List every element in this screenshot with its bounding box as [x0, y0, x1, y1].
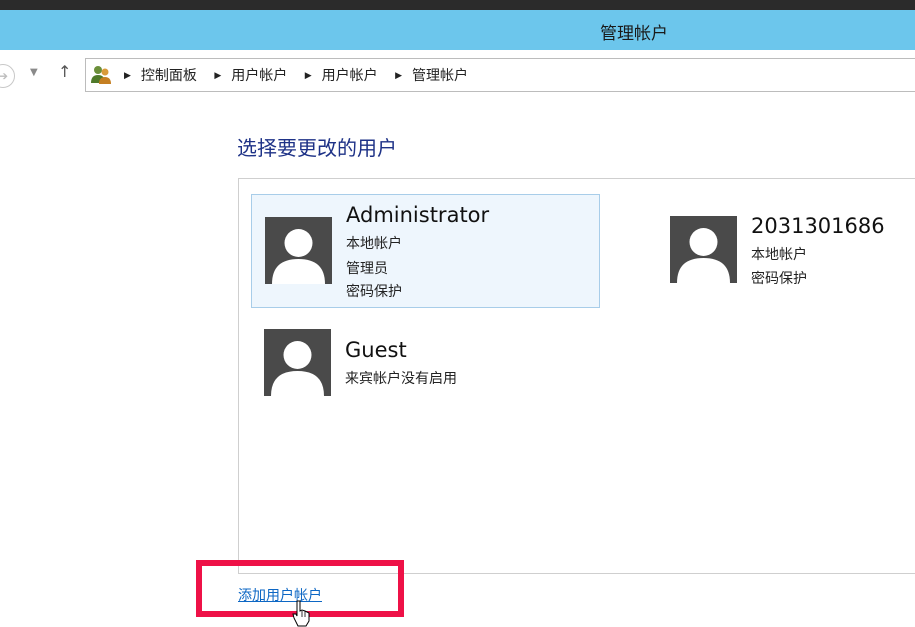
title-bar: 管理帐户: [0, 10, 915, 50]
navigation-bar: ➔ ▼ ↑ ▶ 控制面板 ▶ 用户帐户 ▶ 用户帐户 ▶ 管理帐户: [0, 50, 915, 98]
breadcrumb: ▶ 控制面板 ▶ 用户帐户 ▶ 用户帐户 ▶ 管理帐户: [124, 65, 481, 85]
back-button[interactable]: ➔: [0, 64, 15, 88]
top-strip: [0, 0, 915, 10]
user-avatar-icon: [265, 217, 332, 284]
user-role: 管理员: [346, 261, 388, 277]
address-bar[interactable]: ▶ 控制面板 ▶ 用户帐户 ▶ 用户帐户 ▶ 管理帐户: [85, 58, 915, 92]
control-panel-users-icon: [91, 66, 111, 84]
user-name: 2031301686: [751, 214, 885, 238]
breadcrumb-separator-icon[interactable]: ▶: [305, 71, 312, 81]
breadcrumb-separator-icon[interactable]: ▶: [395, 71, 402, 81]
user-account-type: 本地帐户: [346, 236, 402, 252]
hand-cursor-icon: [292, 600, 310, 627]
user-list-panel: Administrator 本地帐户 管理员 密码保护 2031301686 本…: [238, 178, 915, 574]
breadcrumb-item-control-panel[interactable]: 控制面板: [141, 68, 197, 84]
user-password-status: 密码保护: [751, 271, 807, 287]
recent-locations-chevron-down-icon[interactable]: ▼: [30, 67, 38, 78]
breadcrumb-item-user-accounts[interactable]: 用户帐户: [322, 68, 378, 84]
user-card-guest[interactable]: Guest 来宾帐户没有启用: [251, 321, 598, 411]
page-heading: 选择要更改的用户: [237, 136, 397, 160]
breadcrumb-separator-icon[interactable]: ▶: [124, 71, 131, 81]
user-avatar-icon: [264, 329, 331, 396]
up-arrow-icon[interactable]: ↑: [58, 62, 71, 81]
window-title: 管理帐户: [600, 24, 668, 44]
breadcrumb-item-user-accounts-category[interactable]: 用户帐户: [231, 68, 287, 84]
breadcrumb-separator-icon[interactable]: ▶: [214, 71, 221, 81]
user-card-administrator[interactable]: Administrator 本地帐户 管理员 密码保护: [251, 194, 600, 308]
user-account-type: 本地帐户: [751, 247, 807, 263]
user-name: Administrator: [346, 203, 490, 227]
user-account-status: 来宾帐户没有启用: [345, 371, 457, 387]
breadcrumb-item-manage-accounts[interactable]: 管理帐户: [412, 68, 468, 84]
user-card-2031301686[interactable]: 2031301686 本地帐户 密码保护: [657, 194, 915, 306]
user-avatar-icon: [670, 216, 737, 283]
user-password-status: 密码保护: [346, 284, 402, 300]
user-name: Guest: [345, 338, 407, 362]
back-arrow-icon: ➔: [0, 69, 9, 83]
